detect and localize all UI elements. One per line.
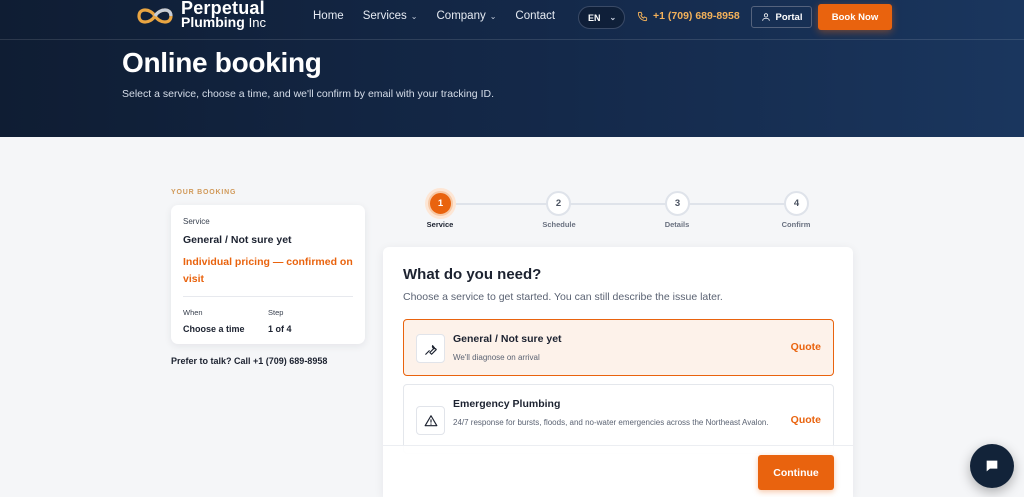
nav-contact[interactable]: Contact xyxy=(515,10,555,22)
divider xyxy=(183,296,353,297)
option-description: 24/7 response for bursts, floods, and no… xyxy=(453,418,769,427)
when-value: Choose a time xyxy=(183,324,245,334)
page-title: Online booking xyxy=(122,47,322,78)
infinity-logo-icon xyxy=(137,7,173,24)
option-description: We'll diagnose on arrival xyxy=(453,353,540,362)
booking-summary-card: Service General / Not sure yet Individua… xyxy=(171,205,365,344)
step-2-label: Schedule xyxy=(542,220,576,229)
book-now-button[interactable]: Book Now xyxy=(818,4,892,30)
main-nav: Home Services ⌄ Company ⌄ Contact xyxy=(313,10,574,22)
question-title: What do you need? xyxy=(403,266,542,283)
nav-services[interactable]: Services ⌄ xyxy=(363,10,418,22)
wrench-icon xyxy=(416,334,445,363)
stepper-track xyxy=(440,203,796,205)
step-3-label: Details xyxy=(664,220,690,229)
question-subtitle: Choose a service to get started. You can… xyxy=(403,291,723,303)
chat-icon xyxy=(986,460,998,472)
continue-button[interactable]: Continue xyxy=(758,455,834,490)
step-2-indicator[interactable]: 2 xyxy=(546,191,571,216)
when-label: When xyxy=(183,308,203,317)
call-prompt: Prefer to talk? Call +1 (709) 689-8958 xyxy=(171,356,328,366)
step-1-label: Service xyxy=(426,220,454,229)
option-title: Emergency Plumbing xyxy=(453,398,561,410)
step-4-indicator[interactable]: 4 xyxy=(784,191,809,216)
service-value: General / Not sure yet xyxy=(183,234,292,246)
nav-company[interactable]: Company ⌄ xyxy=(437,10,497,22)
step-1-indicator[interactable]: 1 xyxy=(428,191,453,216)
option-price: Quote xyxy=(790,341,821,353)
step-4-label: Confirm xyxy=(781,220,811,229)
logo-line2: Plumbing Inc xyxy=(181,14,267,30)
phone-link[interactable]: +1 (709) 689-8958 xyxy=(637,10,740,22)
page-subtitle: Select a service, choose a time, and we'… xyxy=(122,88,494,100)
step-3-indicator[interactable]: 3 xyxy=(665,191,690,216)
portal-button[interactable]: Portal xyxy=(751,6,812,28)
service-option-general[interactable]: General / Not sure yet We'll diagnose on… xyxy=(403,319,834,376)
nav-divider xyxy=(0,39,1024,40)
option-price: Quote xyxy=(790,414,821,426)
phone-icon xyxy=(637,11,648,21)
option-title: General / Not sure yet xyxy=(453,333,562,345)
chat-button[interactable] xyxy=(970,444,1014,488)
service-label: Service xyxy=(183,217,210,226)
service-option-emergency[interactable]: Emergency Plumbing 24/7 response for bur… xyxy=(403,384,834,454)
logo-line1: Perpetual xyxy=(181,0,265,18)
warning-icon xyxy=(416,406,445,435)
logo[interactable]: Perpetual Plumbing Inc xyxy=(133,0,267,30)
user-icon xyxy=(761,13,770,21)
step-label: Step xyxy=(268,308,284,317)
nav-home[interactable]: Home xyxy=(313,10,344,22)
language-select[interactable]: EN ⌄ xyxy=(578,6,625,29)
chevron-down-icon: ⌄ xyxy=(609,13,617,22)
step-value: 1 of 4 xyxy=(268,324,292,334)
pricing-note: Individual pricing — confirmed on visit xyxy=(183,256,353,285)
chevron-down-icon: ⌄ xyxy=(489,11,497,21)
chevron-down-icon: ⌄ xyxy=(410,11,418,21)
your-booking-label: YOUR BOOKING xyxy=(171,189,237,196)
